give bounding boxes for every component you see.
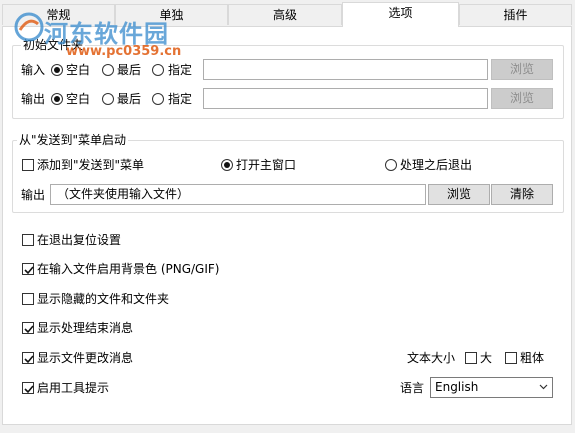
exit-after-label: 处理之后退出 [400, 158, 473, 172]
enable-bg-label: 在输入文件启用背景色 (PNG/GIF) [37, 262, 220, 276]
language-label: 语言 [400, 381, 425, 395]
open-main-label: 打开主窗口 [236, 158, 297, 172]
tab-label: 插件 [503, 8, 528, 22]
text-bold-checkbox[interactable] [505, 352, 517, 364]
output-label: 输出 [21, 92, 46, 106]
show-change-msg-label: 显示文件更改消息 [37, 351, 134, 365]
chevron-down-icon [539, 384, 548, 390]
input-label: 输入 [21, 63, 46, 77]
language-select[interactable]: English [430, 377, 553, 398]
watermark-logo-icon [14, 12, 44, 42]
checkmark-icon [24, 355, 34, 364]
show-change-msg-checkbox[interactable] [22, 352, 34, 364]
output-specify-label: 指定 [168, 92, 193, 106]
input-browse-button[interactable]: 浏览 [491, 59, 553, 80]
checkmark-icon [24, 266, 34, 275]
input-last-label: 最后 [117, 63, 142, 77]
output-last-label: 最后 [117, 92, 142, 106]
text-large-checkbox[interactable] [465, 352, 477, 364]
text-bold-label: 粗体 [520, 351, 545, 365]
input-folder-field[interactable] [203, 59, 488, 80]
output-folder-field[interactable] [203, 88, 488, 109]
input-empty-radio[interactable] [51, 64, 63, 76]
input-last-radio[interactable] [102, 64, 114, 76]
sendto-output-label: 输出 [21, 188, 46, 202]
sendto-output-field[interactable]: （文件夹使用输入文件） [50, 184, 426, 205]
tab-plugins[interactable]: 插件 [459, 4, 572, 25]
output-browse-button[interactable]: 浏览 [491, 88, 553, 109]
group-title: 从"发送到"菜单启动 [17, 133, 129, 148]
tab-label: 高级 [272, 8, 297, 22]
show-done-msg-checkbox[interactable] [22, 322, 34, 334]
output-specify-radio[interactable] [152, 93, 164, 105]
tab-label: 选项 [388, 6, 413, 20]
open-main-radio[interactable] [221, 159, 233, 171]
tab-options[interactable]: 选项 [342, 2, 459, 27]
output-empty-label: 空白 [66, 92, 91, 106]
enable-tooltip-checkbox[interactable] [22, 382, 34, 394]
output-last-radio[interactable] [102, 93, 114, 105]
text-size-label: 文本大小 [407, 351, 456, 365]
show-hidden-label: 显示隐藏的文件和文件夹 [37, 292, 170, 306]
enable-tooltip-label: 启用工具提示 [37, 381, 110, 395]
checkmark-icon [24, 385, 34, 394]
enable-bg-checkbox[interactable] [22, 263, 34, 275]
window-bottom-edge [0, 425, 575, 433]
tab-advanced[interactable]: 高级 [228, 4, 342, 25]
watermark-url: www.pc0359.cn [66, 44, 182, 59]
input-specify-radio[interactable] [152, 64, 164, 76]
add-sendto-label: 添加到"发送到"菜单 [37, 158, 145, 172]
reset-on-exit-checkbox[interactable] [22, 234, 34, 246]
exit-after-radio[interactable] [385, 159, 397, 171]
show-done-msg-label: 显示处理结束消息 [37, 321, 134, 335]
checkmark-icon [24, 325, 34, 334]
sendto-clear-button[interactable]: 清除 [491, 184, 553, 205]
add-sendto-checkbox[interactable] [22, 159, 34, 171]
reset-on-exit-label: 在退出复位设置 [37, 233, 122, 247]
input-specify-label: 指定 [168, 63, 193, 77]
sendto-browse-button[interactable]: 浏览 [428, 184, 490, 205]
show-hidden-checkbox[interactable] [22, 293, 34, 305]
output-empty-radio[interactable] [51, 93, 63, 105]
input-empty-label: 空白 [66, 63, 91, 77]
language-value: English [435, 380, 479, 394]
text-large-label: 大 [480, 351, 493, 365]
